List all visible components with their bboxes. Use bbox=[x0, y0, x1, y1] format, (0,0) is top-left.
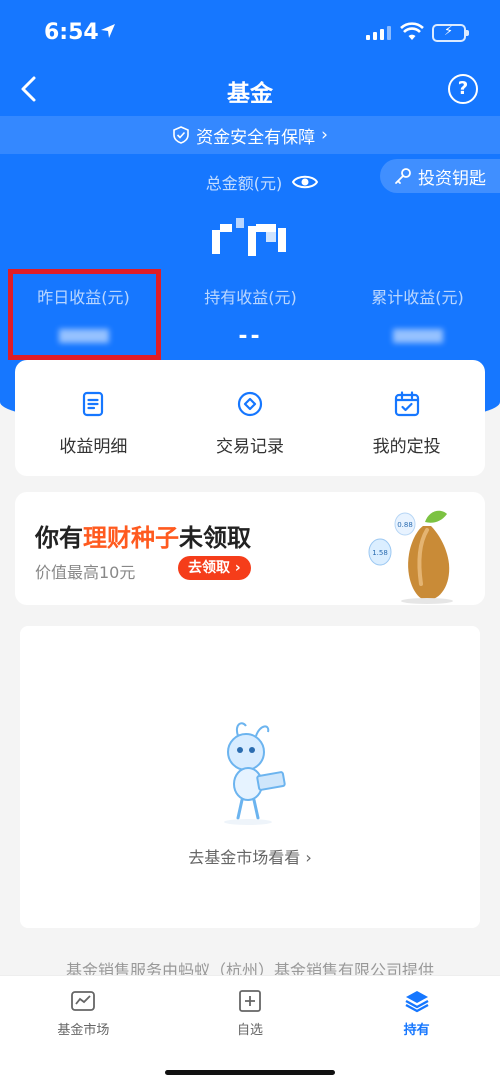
layers-icon bbox=[405, 991, 429, 1013]
masked-total-amount bbox=[208, 214, 298, 258]
market-icon bbox=[71, 991, 96, 1011]
quick-action-earnings-detail[interactable]: 收益明细 bbox=[15, 360, 172, 476]
tab-label: 基金市场 bbox=[57, 1023, 110, 1038]
home-indicator bbox=[165, 1070, 335, 1075]
stat-holding[interactable]: 持有收益(元) -- bbox=[167, 284, 334, 349]
stat-value: -- bbox=[238, 324, 263, 349]
quick-action-label: 我的定投 bbox=[372, 437, 441, 457]
safety-banner-text: 资金安全有保障 bbox=[196, 127, 316, 148]
stat-cumulative[interactable]: 累计收益(元) bbox=[334, 284, 500, 344]
total-amount-label: 总金额(元) bbox=[205, 174, 283, 193]
claim-button[interactable]: 去领取 › bbox=[178, 556, 251, 580]
status-bar: 6:54 ⚡ bbox=[0, 0, 500, 62]
ant-mascot-illustration bbox=[224, 722, 286, 825]
tab-watchlist[interactable]: 自选 bbox=[167, 976, 334, 1083]
promo-title-highlight: 理财种子 bbox=[83, 524, 179, 552]
tab-label: 持有 bbox=[403, 1023, 430, 1038]
promo-title: 你有理财种子未领取 bbox=[35, 524, 251, 552]
help-button[interactable]: ? bbox=[448, 74, 478, 104]
diamond-circle-icon bbox=[237, 391, 263, 417]
page-title: 基金 bbox=[227, 81, 273, 107]
seed-drop-value: 0.88 bbox=[397, 521, 413, 529]
quick-action-transactions[interactable]: 交易记录 bbox=[172, 360, 329, 476]
seed-promo-card[interactable]: 你有理财种子未领取 价值最高10元 去领取 › 1.58 0.88 bbox=[15, 492, 485, 605]
wifi-icon bbox=[400, 22, 424, 40]
add-square-icon bbox=[239, 990, 261, 1012]
seed-drop-value: 1.58 bbox=[372, 549, 388, 557]
tab-holdings[interactable]: 持有 bbox=[333, 976, 500, 1083]
safety-banner[interactable]: 资金安全有保障 › bbox=[0, 116, 500, 154]
eye-icon[interactable] bbox=[292, 173, 319, 191]
shield-check-icon bbox=[173, 126, 189, 144]
bottom-tab-bar: 基金市场 自选 持有 bbox=[0, 975, 500, 1083]
status-time: 6:54 bbox=[44, 20, 99, 45]
quick-action-label: 交易记录 bbox=[216, 437, 284, 457]
battery-icon: ⚡ bbox=[432, 24, 469, 42]
go-to-market-link[interactable]: 去基金市场看看 › bbox=[20, 844, 480, 868]
promo-subtitle: 价值最高10元 bbox=[35, 563, 136, 582]
signal-icon bbox=[366, 26, 391, 40]
stat-label: 持有收益(元) bbox=[204, 288, 297, 307]
quick-action-auto-invest[interactable]: 我的定投 bbox=[328, 360, 485, 476]
stat-value-masked bbox=[334, 324, 500, 344]
location-arrow-icon bbox=[101, 24, 115, 38]
tab-fund-market[interactable]: 基金市场 bbox=[0, 976, 167, 1083]
seed-illustration: 1.58 0.88 bbox=[368, 510, 453, 604]
nav-bar: 基金 ? bbox=[0, 62, 500, 116]
calendar-check-icon bbox=[394, 391, 419, 417]
quick-action-label: 收益明细 bbox=[59, 437, 128, 457]
quick-actions-card: 收益明细 交易记录 我的定投 bbox=[15, 360, 485, 476]
total-amount-row: 总金额(元) bbox=[0, 170, 500, 194]
annotation-highlight-box bbox=[8, 269, 161, 360]
chevron-right-icon: › bbox=[321, 125, 328, 145]
tab-label: 自选 bbox=[237, 1023, 264, 1038]
document-icon bbox=[83, 391, 104, 417]
empty-state-card: 去基金市场看看 › bbox=[20, 626, 480, 928]
stat-label: 累计收益(元) bbox=[371, 288, 464, 307]
